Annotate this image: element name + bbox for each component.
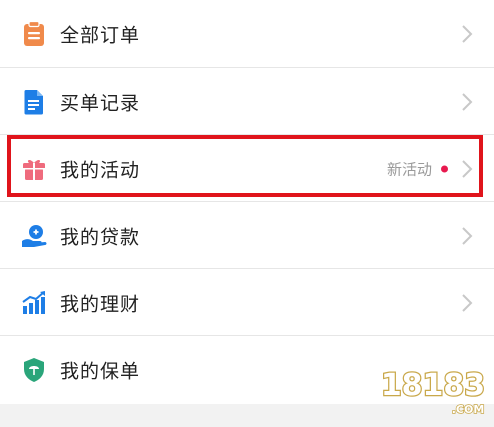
menu-item-my-activities[interactable]: 我的活动 新活动 bbox=[0, 135, 494, 202]
new-activity-text: 新活动 bbox=[387, 158, 432, 179]
chevron-right-icon bbox=[460, 158, 474, 180]
menu-item-label: 买单记录 bbox=[60, 88, 140, 115]
shield-icon bbox=[20, 356, 48, 384]
bar-chart-icon bbox=[20, 289, 48, 317]
svg-text:18183: 18183 bbox=[381, 368, 485, 403]
chevron-right-icon bbox=[460, 225, 474, 247]
clipboard-icon bbox=[20, 20, 48, 48]
document-icon bbox=[20, 88, 48, 116]
menu-list: 全部订单 买单记录 我的活动 bbox=[0, 0, 494, 404]
menu-item-label: 我的贷款 bbox=[60, 222, 140, 249]
menu-item-all-orders[interactable]: 全部订单 bbox=[0, 0, 494, 67]
notification-dot bbox=[441, 165, 448, 172]
menu-item-label: 全部订单 bbox=[60, 20, 140, 47]
menu-item-my-loans[interactable]: 我的贷款 bbox=[0, 202, 494, 269]
gift-icon bbox=[20, 155, 48, 183]
svg-text:.COM: .COM bbox=[452, 403, 485, 416]
chevron-right-icon bbox=[460, 91, 474, 113]
menu-item-payment-records[interactable]: 买单记录 bbox=[0, 68, 494, 135]
menu-item-label: 我的理财 bbox=[60, 289, 140, 316]
chevron-right-icon bbox=[460, 23, 474, 45]
loan-hand-icon bbox=[20, 222, 48, 250]
watermark-logo: 18183 .COM bbox=[378, 353, 488, 423]
menu-item-label: 我的保单 bbox=[60, 356, 140, 383]
chevron-right-icon bbox=[460, 292, 474, 314]
menu-item-label: 我的活动 bbox=[60, 155, 140, 182]
menu-item-my-investments[interactable]: 我的理财 bbox=[0, 269, 494, 336]
